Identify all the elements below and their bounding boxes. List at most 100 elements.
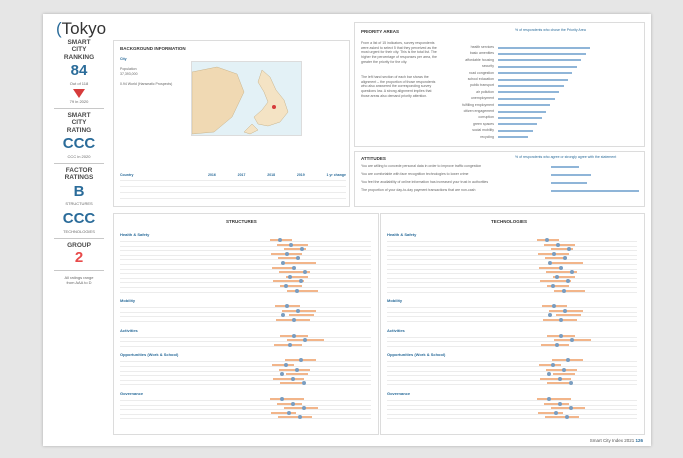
structures-row-divider xyxy=(120,341,371,343)
structures-list: Health & Safety Mobility Activities Opportu… xyxy=(120,228,375,432)
structures-score-dot xyxy=(284,363,288,367)
technologies-row-divider xyxy=(387,273,637,275)
technologies-score-dot xyxy=(562,367,566,372)
technologies-score-dot xyxy=(558,376,562,381)
priority-area-label: green spaces xyxy=(472,121,494,126)
structures-score-dot xyxy=(288,342,292,347)
group-value: 2 xyxy=(74,249,84,267)
technologies-score-bar xyxy=(539,266,561,269)
technologies-row-divider xyxy=(387,277,637,279)
technologies-list: Health & Safety Mobility Activities Opportu… xyxy=(387,228,641,432)
footer-text: Smart City Index 2021 xyxy=(589,438,635,443)
structures-row-divider xyxy=(120,241,371,242)
structures-row-divider xyxy=(120,400,371,401)
map-svg xyxy=(192,66,289,135)
ranking-previous: 79 in 2020 xyxy=(69,98,89,104)
hdi-label: 0.94 World (Hanseatic Prospects) xyxy=(120,82,173,86)
structures-section-heading: Mobility xyxy=(120,298,136,304)
structures-score-dot xyxy=(291,401,295,406)
structures-row-divider xyxy=(120,370,371,372)
technologies-row-divider xyxy=(387,264,637,265)
priority-bar xyxy=(498,65,577,68)
technologies-row-divider xyxy=(387,282,637,284)
technologies-score-bar xyxy=(540,377,571,380)
factor-ratings-label: FACTOR RATINGS xyxy=(64,166,94,182)
technologies-score-dot xyxy=(554,410,558,415)
priority-area-label: air pollution xyxy=(476,89,494,94)
priority-area-label: school education xyxy=(467,77,494,81)
table-divider xyxy=(120,180,346,181)
technologies-score-bar xyxy=(544,402,569,405)
attitude-bar xyxy=(551,181,587,184)
priority-bar xyxy=(498,116,542,119)
background-heading: BACKGROUND INFORMATION xyxy=(120,46,186,51)
structures-score-dot xyxy=(292,333,296,338)
priority-intro: From a list of 15 indicators, survey res… xyxy=(361,41,437,64)
priority-area-label: unemployment xyxy=(471,96,494,101)
technologies-score-bar xyxy=(556,314,581,317)
technologies-score-dot xyxy=(555,342,559,347)
technologies-row-divider xyxy=(387,384,637,386)
structures-row-divider xyxy=(120,245,371,247)
technologies-section-heading: Opportunities (Work & School) xyxy=(387,352,446,358)
priority-area-label: security xyxy=(481,64,494,69)
structures-score-bar xyxy=(273,377,304,380)
population-value: 37,393,000 xyxy=(120,72,138,76)
technologies-row-divider xyxy=(387,361,637,363)
attitude-bar xyxy=(551,173,591,176)
year-header: 2017 xyxy=(237,173,246,177)
city-marker xyxy=(272,105,276,109)
city-label: City xyxy=(120,57,127,61)
technologies-score-dot xyxy=(548,261,552,265)
structures-score-bar xyxy=(277,402,302,405)
table-divider xyxy=(120,192,346,193)
structures-score-dot xyxy=(287,410,291,415)
page-number: 126 xyxy=(635,438,643,443)
technologies-row-divider xyxy=(387,250,637,252)
priority-area-label: road congestion xyxy=(469,70,494,75)
group-label: GROUP xyxy=(67,241,91,249)
priority-area-label: recycling xyxy=(480,134,494,139)
structures-score-bar xyxy=(278,416,312,419)
priority-area-label: basic amenities xyxy=(469,51,494,56)
attitude-bar xyxy=(551,165,579,168)
technologies-score-bar xyxy=(538,411,563,414)
structures-score-dot xyxy=(284,284,288,288)
technologies-score-bar xyxy=(552,262,583,264)
structures-row-divider xyxy=(120,307,371,309)
report-page: (Tokyo SMART CITY RANKING 84 Out of 118 … xyxy=(43,14,651,446)
technologies-row-divider xyxy=(387,311,637,313)
technologies-row-divider xyxy=(387,259,637,261)
structures-row-divider xyxy=(120,379,371,381)
technologies-row-divider xyxy=(387,245,637,247)
technologies-score-dot xyxy=(555,274,559,279)
technologies-row-divider xyxy=(387,241,637,242)
structures-score-dot xyxy=(292,265,296,270)
structures-score-bar xyxy=(284,407,318,410)
structures-score-bar xyxy=(287,289,318,292)
technologies-score-dot xyxy=(556,242,560,247)
structures-row-divider xyxy=(120,345,371,347)
background-panel: BACKGROUND INFORMATION City Population 3… xyxy=(113,40,350,207)
technologies-panel: TECHNOLOGIES Health & Safety Mobility Acti… xyxy=(380,213,645,435)
structures-score-bar xyxy=(285,262,316,264)
structures-section-heading: Activities xyxy=(120,327,138,333)
attitude-statement: You feel the availability of online info… xyxy=(361,180,489,184)
technologies-row-divider xyxy=(387,366,637,367)
technologies-row-divider xyxy=(387,287,637,288)
structures-row-divider xyxy=(120,321,371,322)
year-headers: 2016 2017 2018 2019 1 yr change xyxy=(208,173,346,178)
priority-area-label: health services xyxy=(470,45,494,49)
attitudes-chart-caption: % of respondents who agree or strongly a… xyxy=(515,155,617,159)
structures-score-bar xyxy=(272,364,294,366)
structures-row-divider xyxy=(120,418,371,420)
technologies-row-divider xyxy=(387,336,637,338)
structures-score-dot xyxy=(278,238,282,242)
technologies-score-dot xyxy=(552,251,556,256)
technologies-row-divider xyxy=(387,379,637,381)
technologies-section-heading: Mobility xyxy=(387,298,403,304)
technologies-section-heading: Health & Safety xyxy=(387,232,417,237)
factor-ratings-block: FACTOR RATINGS B STRUCTURES CCC TECHNOLO… xyxy=(54,164,104,239)
technologies-score-bar xyxy=(539,364,561,366)
technologies-row-divider xyxy=(387,254,637,256)
